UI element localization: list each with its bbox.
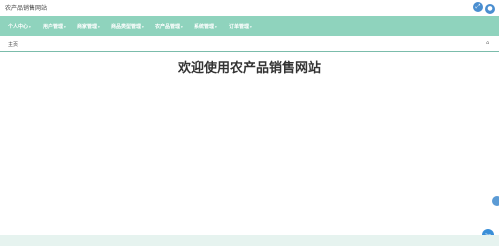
site-title: 农产品销售网站 xyxy=(5,5,48,12)
nav-item-label: 商品类型管理 xyxy=(111,24,142,30)
nav-item-agri-product-management[interactable]: 农产品管理▾ xyxy=(155,23,183,30)
nav-item-order-management[interactable]: 订单管理▾ xyxy=(229,23,252,30)
home-icon[interactable]: ⌂ xyxy=(486,40,489,46)
nav-item-label: 农产品管理 xyxy=(155,24,181,30)
breadcrumb: 主页 ⌂ xyxy=(0,36,499,52)
user-avatar-icon[interactable]: ● xyxy=(485,4,495,14)
nav-item-label: 用户管理 xyxy=(43,24,64,30)
nav-item-label: 个人中心 xyxy=(8,24,29,30)
welcome-heading: 欢迎使用农产品销售网站 xyxy=(177,61,321,76)
chevron-down-icon: ▾ xyxy=(64,24,66,29)
breadcrumb-home[interactable]: 主页 xyxy=(8,41,18,48)
expand-icon[interactable]: ⤢ xyxy=(473,2,483,12)
side-toggle-button[interactable] xyxy=(492,196,499,206)
nav-item-product-type-management[interactable]: 商品类型管理▾ xyxy=(111,23,144,30)
nav-item-user-management[interactable]: 用户管理▾ xyxy=(43,23,66,30)
chevron-down-icon: ▾ xyxy=(29,24,31,29)
nav-item-merchant-management[interactable]: 商家管理▾ xyxy=(77,23,100,30)
nav-item-label: 商家管理 xyxy=(77,24,98,30)
nav-item-personal-center[interactable]: 个人中心▾ xyxy=(8,23,31,30)
top-header: 农产品销售网站 ⤢ ● xyxy=(0,0,499,16)
nav-item-label: 订单管理 xyxy=(229,24,250,30)
chevron-down-icon: ▾ xyxy=(215,24,217,29)
nav-item-label: 系统管理 xyxy=(194,24,215,30)
chevron-down-icon: ▾ xyxy=(142,24,144,29)
chevron-down-icon: ▾ xyxy=(98,24,100,29)
chevron-down-icon: ▾ xyxy=(250,24,252,29)
nav-item-system-management[interactable]: 系统管理▾ xyxy=(194,23,217,30)
main-nav: 个人中心▾ 用户管理▾ 商家管理▾ 商品类型管理▾ 农产品管理▾ 系统管理▾ 订… xyxy=(0,16,499,36)
footer xyxy=(0,235,499,246)
chevron-down-icon: ▾ xyxy=(181,24,183,29)
